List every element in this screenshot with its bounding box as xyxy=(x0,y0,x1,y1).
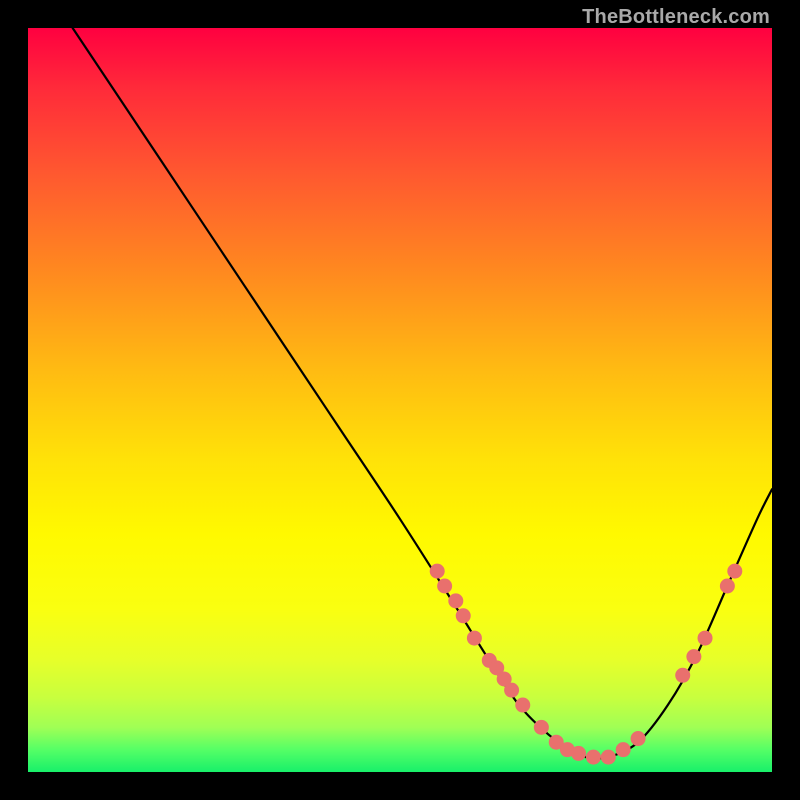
bottleneck-curve xyxy=(73,28,772,759)
data-point xyxy=(504,683,519,698)
data-point xyxy=(456,608,471,623)
data-point xyxy=(534,720,549,735)
data-point xyxy=(727,564,742,579)
data-point xyxy=(631,731,646,746)
data-point xyxy=(448,593,463,608)
data-point xyxy=(698,631,713,646)
attribution-label: TheBottleneck.com xyxy=(582,6,770,29)
plot-area xyxy=(28,28,772,772)
chart-svg xyxy=(28,28,772,772)
data-point xyxy=(437,579,452,594)
data-point xyxy=(467,631,482,646)
data-point xyxy=(430,564,445,579)
chart-frame: TheBottleneck.com xyxy=(0,0,800,800)
data-point xyxy=(720,579,735,594)
data-point xyxy=(515,698,530,713)
data-point xyxy=(571,746,586,761)
data-markers xyxy=(430,564,743,765)
data-point xyxy=(601,750,616,765)
data-point xyxy=(586,750,601,765)
data-point xyxy=(686,649,701,664)
data-point xyxy=(675,668,690,683)
data-point xyxy=(616,742,631,757)
